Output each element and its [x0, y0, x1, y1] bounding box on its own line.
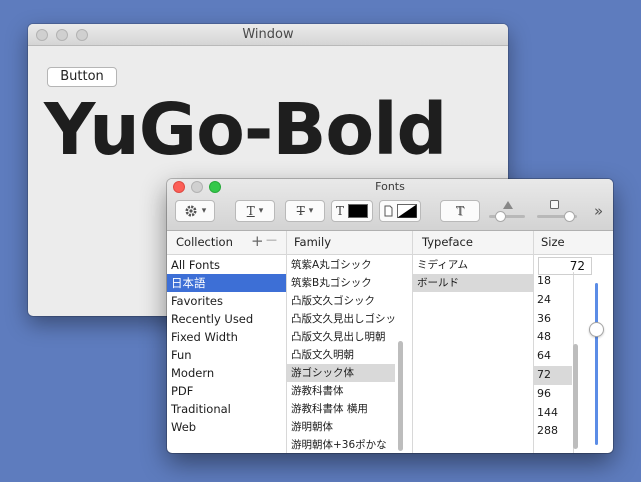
remove-collection-button[interactable]: —: [266, 233, 277, 246]
size-item[interactable]: 36: [534, 310, 572, 329]
family-item[interactable]: 凸版文久ゴシック: [287, 292, 395, 310]
strikethrough-t-icon: T: [296, 204, 305, 218]
collections-list: All Fonts 日本語 Favorites Recently Used Fi…: [167, 256, 286, 453]
document-color-button[interactable]: [379, 200, 421, 222]
text-shadow-button[interactable]: T: [440, 200, 480, 222]
window-title: Window: [242, 27, 294, 42]
column-headers: Collection + — Family Typeface Size: [167, 231, 613, 255]
typeface-header: Typeface: [422, 235, 473, 249]
size-item-selected[interactable]: 72: [534, 365, 572, 385]
chevron-down-icon: ▾: [201, 206, 207, 216]
collection-item[interactable]: Modern: [167, 364, 286, 382]
chevron-down-icon: ▾: [308, 206, 314, 216]
window-titlebar: Window: [28, 24, 508, 46]
collection-item[interactable]: Fixed Width: [167, 328, 286, 346]
document-icon: [384, 205, 392, 217]
family-item[interactable]: 游明朝体+36ポかな: [287, 436, 395, 453]
text-color-swatch: [348, 204, 368, 218]
add-collection-button[interactable]: +: [251, 232, 264, 250]
family-item[interactable]: 游教科書体 横用: [287, 400, 395, 418]
shadow-blur-icon: [550, 200, 559, 209]
collection-item[interactable]: Traditional: [167, 400, 286, 418]
document-color-swatch: [396, 204, 417, 218]
family-scrollbar[interactable]: [398, 341, 403, 451]
font-preview-text[interactable]: YuGo-Bold: [44, 88, 447, 171]
size-list: 18 24 36 48 64 72 96 144 288: [534, 272, 572, 441]
family-item[interactable]: 筑紫A丸ゴシック: [287, 256, 395, 274]
family-header: Family: [294, 235, 332, 249]
size-item[interactable]: 64: [534, 347, 572, 366]
typeface-item[interactable]: ミディアム: [413, 256, 533, 274]
family-item[interactable]: 游明朝体: [287, 418, 395, 436]
typeface-item-selected[interactable]: ボールド: [413, 274, 533, 292]
size-item[interactable]: 96: [534, 385, 572, 404]
underline-t-icon: T: [246, 204, 255, 218]
action-menu-button[interactable]: ▾: [175, 200, 215, 222]
collection-item[interactable]: PDF: [167, 382, 286, 400]
shadow-opacity-knob[interactable]: [495, 211, 506, 222]
typeface-list: ミディアム ボールド: [413, 256, 533, 453]
shadow-t-icon: T: [455, 204, 464, 218]
push-button[interactable]: Button: [47, 67, 117, 87]
size-slider-knob[interactable]: [589, 322, 604, 337]
collection-item-selected[interactable]: 日本語: [167, 274, 286, 292]
text-strikethrough-menu[interactable]: T ▾: [285, 200, 325, 222]
size-item[interactable]: 24: [534, 291, 572, 310]
collection-item[interactable]: All Fonts: [167, 256, 286, 274]
collection-item[interactable]: Web: [167, 418, 286, 436]
size-item[interactable]: 18: [534, 272, 572, 291]
family-item[interactable]: 游教科書体: [287, 382, 395, 400]
chevron-down-icon: ▾: [258, 206, 264, 216]
size-slider[interactable]: [595, 283, 598, 445]
family-item[interactable]: 凸版文久見出し明朝: [287, 328, 395, 346]
collection-item[interactable]: Favorites: [167, 292, 286, 310]
panel-title: Fonts: [375, 180, 405, 193]
collection-item[interactable]: Recently Used: [167, 310, 286, 328]
toolbar-overflow-button[interactable]: »: [594, 202, 603, 220]
size-item[interactable]: 144: [534, 404, 572, 423]
fonts-panel: Fonts ▾ T ▾ T ▾ T T » Collection + — Fam…: [167, 179, 613, 453]
shadow-blur-knob[interactable]: [564, 211, 575, 222]
size-list-scrollbar[interactable]: [573, 344, 578, 449]
family-item[interactable]: 凸版文久明朝: [287, 346, 395, 364]
collection-item[interactable]: Fun: [167, 346, 286, 364]
size-header: Size: [541, 235, 565, 249]
family-list: 筑紫A丸ゴシック 筑紫B丸ゴシック 凸版文久ゴシック 凸版文久見出しゴシック 凸…: [287, 256, 395, 453]
text-underline-menu[interactable]: T ▾: [235, 200, 275, 222]
gear-icon: [185, 205, 197, 217]
text-color-t-icon: T: [335, 204, 344, 218]
fonts-toolbar: Fonts ▾ T ▾ T ▾ T T »: [167, 179, 613, 231]
size-item[interactable]: 288: [534, 422, 572, 441]
size-item[interactable]: 48: [534, 328, 572, 347]
shadow-opacity-icon: [503, 201, 513, 209]
family-item-selected[interactable]: 游ゴシック体: [287, 364, 395, 382]
family-item[interactable]: 凸版文久見出しゴシック: [287, 310, 395, 328]
text-color-button[interactable]: T: [331, 200, 373, 222]
collection-header: Collection: [176, 235, 233, 249]
family-item[interactable]: 筑紫B丸ゴシック: [287, 274, 395, 292]
